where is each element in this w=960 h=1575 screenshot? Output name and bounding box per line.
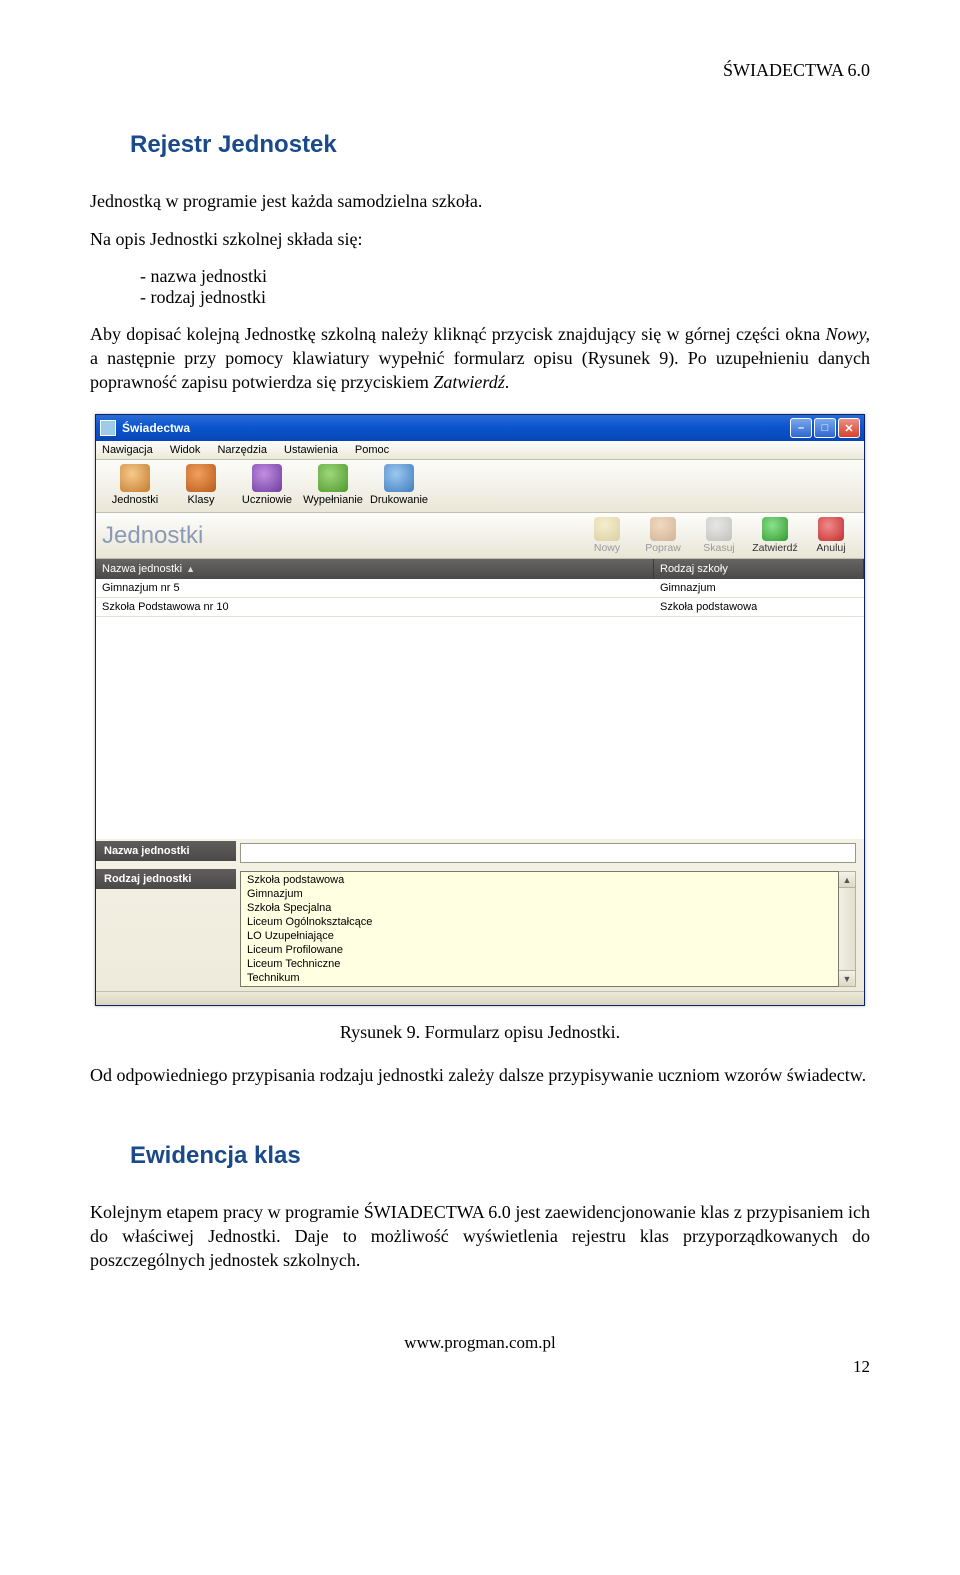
action-anuluj[interactable]: Anuluj: [804, 515, 858, 556]
cell-nazwa: Gimnazjum nr 5: [96, 579, 654, 597]
form-area: Nazwa jednostki Rodzaj jednostki Szkoła …: [96, 839, 864, 991]
nav-wypelnianie[interactable]: Wypełnianie: [300, 464, 366, 506]
list-option[interactable]: Szkoła podstawowa: [241, 873, 838, 887]
italic-zatwierdz: Zatwierdź: [433, 372, 504, 392]
form-label-nazwa: Nazwa jednostki: [96, 841, 236, 861]
people-group-icon: [252, 464, 282, 492]
list-option[interactable]: Technikum: [241, 971, 838, 985]
heading-ewidencja-klas: Ewidencja klas: [130, 1142, 870, 1170]
para-opis-lead: Na opis Jednostki szkolnej składa się:: [90, 227, 870, 251]
list-option[interactable]: LO Uzupełniające: [241, 929, 838, 943]
nav-klasy[interactable]: Klasy: [168, 464, 234, 506]
table-row[interactable]: Gimnazjum nr 5 Gimnazjum: [96, 579, 864, 598]
edit-icon: [650, 517, 676, 541]
action-popraw[interactable]: Popraw: [636, 515, 690, 556]
cell-rodzaj: Szkoła podstawowa: [654, 598, 864, 616]
list-option[interactable]: Liceum Techniczne: [241, 957, 838, 971]
window-minimize-button[interactable]: –: [790, 418, 812, 438]
para-fragment: Aby dopisać kolejną Jednostkę szkolną na…: [90, 324, 825, 344]
menu-bar: Nawigacja Widok Narzędzia Ustawienia Pom…: [96, 441, 864, 460]
nav-label: Wypełnianie: [300, 494, 366, 506]
para-fragment: .: [505, 372, 510, 392]
nav-drukowanie[interactable]: Drukowanie: [366, 464, 432, 506]
grid-header: Nazwa jednostki ▲ Rodzaj szkoły: [96, 559, 864, 579]
check-circle-icon: [762, 517, 788, 541]
nav-label: Klasy: [168, 494, 234, 506]
action-label: Zatwierdź: [748, 542, 802, 554]
action-zatwierdz[interactable]: Zatwierdź: [748, 515, 802, 556]
heading-rejestr-jednostek: Rejestr Jednostek: [130, 131, 870, 159]
nav-label: Jednostki: [102, 494, 168, 506]
action-label: Skasuj: [692, 542, 746, 554]
scroll-track[interactable]: [839, 888, 855, 970]
para-intro: Jednostką w programie jest każda samodzi…: [90, 189, 870, 213]
window-status-bar: [96, 991, 864, 1005]
bullet-item: rodzaj jednostki: [140, 287, 870, 308]
listbox-scrollbar[interactable]: ▲ ▼: [839, 871, 856, 987]
menu-item-pomoc[interactable]: Pomoc: [355, 444, 389, 456]
list-option[interactable]: Gimnazjum: [241, 887, 838, 901]
rodzaj-listbox[interactable]: Szkoła podstawowa Gimnazjum Szkoła Specj…: [240, 871, 839, 987]
window-maximize-button[interactable]: □: [814, 418, 836, 438]
app-icon: [100, 420, 116, 436]
footer-url: www.progman.com.pl: [90, 1333, 870, 1353]
action-label: Anuluj: [804, 542, 858, 554]
action-skasuj[interactable]: Skasuj: [692, 515, 746, 556]
menu-item-nawigacja[interactable]: Nawigacja: [102, 444, 153, 456]
window-titlebar: Świadectwa – □ ✕: [96, 415, 864, 441]
bullet-item: nazwa jednostki: [140, 266, 870, 287]
list-option[interactable]: Liceum Profilowane: [241, 943, 838, 957]
para-kolejnym-etapem: Kolejnym etapem pracy w programie ŚWIADE…: [90, 1200, 870, 1273]
document-new-icon: [594, 517, 620, 541]
grid-col-nazwa[interactable]: Nazwa jednostki ▲: [96, 559, 654, 579]
form-fill-icon: [318, 464, 348, 492]
section-title: Jednostki: [102, 522, 580, 550]
nav-label: Uczniowie: [234, 494, 300, 506]
figure-caption: Rysunek 9. Formularz opisu Jednostki.: [90, 1022, 870, 1043]
menu-item-narzedzia[interactable]: Narzędzia: [217, 444, 267, 456]
menu-item-ustawienia[interactable]: Ustawienia: [284, 444, 338, 456]
action-label: Nowy: [580, 542, 634, 554]
building-icon: [120, 464, 150, 492]
nazwa-input[interactable]: [240, 843, 856, 863]
app-window: Świadectwa – □ ✕ Nawigacja Widok Narzędz…: [95, 414, 865, 1006]
col-label: Nazwa jednostki: [102, 563, 182, 575]
form-label-rodzaj: Rodzaj jednostki: [96, 869, 236, 889]
cell-rodzaj: Gimnazjum: [654, 579, 864, 597]
sort-asc-icon: ▲: [186, 564, 195, 574]
para-aby-dopisac: Aby dopisać kolejną Jednostkę szkolną na…: [90, 322, 870, 395]
section-header: Jednostki Nowy Popraw Skasuj: [96, 513, 864, 559]
grid-col-rodzaj[interactable]: Rodzaj szkoły: [654, 559, 864, 579]
people-icon: [186, 464, 216, 492]
nav-toolbar: Jednostki Klasy Uczniowie Wypełnianie Dr…: [96, 460, 864, 513]
action-nowy[interactable]: Nowy: [580, 515, 634, 556]
cancel-circle-icon: [818, 517, 844, 541]
page-number: 12: [90, 1357, 870, 1377]
nav-label: Drukowanie: [366, 494, 432, 506]
page-header-right: ŚWIADECTWA 6.0: [90, 60, 870, 81]
action-label: Popraw: [636, 542, 690, 554]
grid-body: Gimnazjum nr 5 Gimnazjum Szkoła Podstawo…: [96, 579, 864, 839]
printer-icon: [384, 464, 414, 492]
nav-jednostki[interactable]: Jednostki: [102, 464, 168, 506]
list-option[interactable]: Liceum Ogólnokształcące: [241, 915, 838, 929]
scroll-up-icon[interactable]: ▲: [839, 872, 855, 888]
trash-icon: [706, 517, 732, 541]
nav-uczniowie[interactable]: Uczniowie: [234, 464, 300, 506]
window-title: Świadectwa: [122, 421, 790, 435]
list-option[interactable]: Szkoła Specjalna: [241, 901, 838, 915]
window-close-button[interactable]: ✕: [838, 418, 860, 438]
italic-nowy: Nowy,: [825, 324, 870, 344]
cell-nazwa: Szkoła Podstawowa nr 10: [96, 598, 654, 616]
opis-bullet-list: nazwa jednostki rodzaj jednostki: [90, 266, 870, 308]
menu-item-widok[interactable]: Widok: [170, 444, 201, 456]
para-od-odpowiedniego: Od odpowiedniego przypisania rodzaju jed…: [90, 1063, 870, 1087]
table-row[interactable]: Szkoła Podstawowa nr 10 Szkoła podstawow…: [96, 598, 864, 617]
scroll-down-icon[interactable]: ▼: [839, 970, 855, 986]
